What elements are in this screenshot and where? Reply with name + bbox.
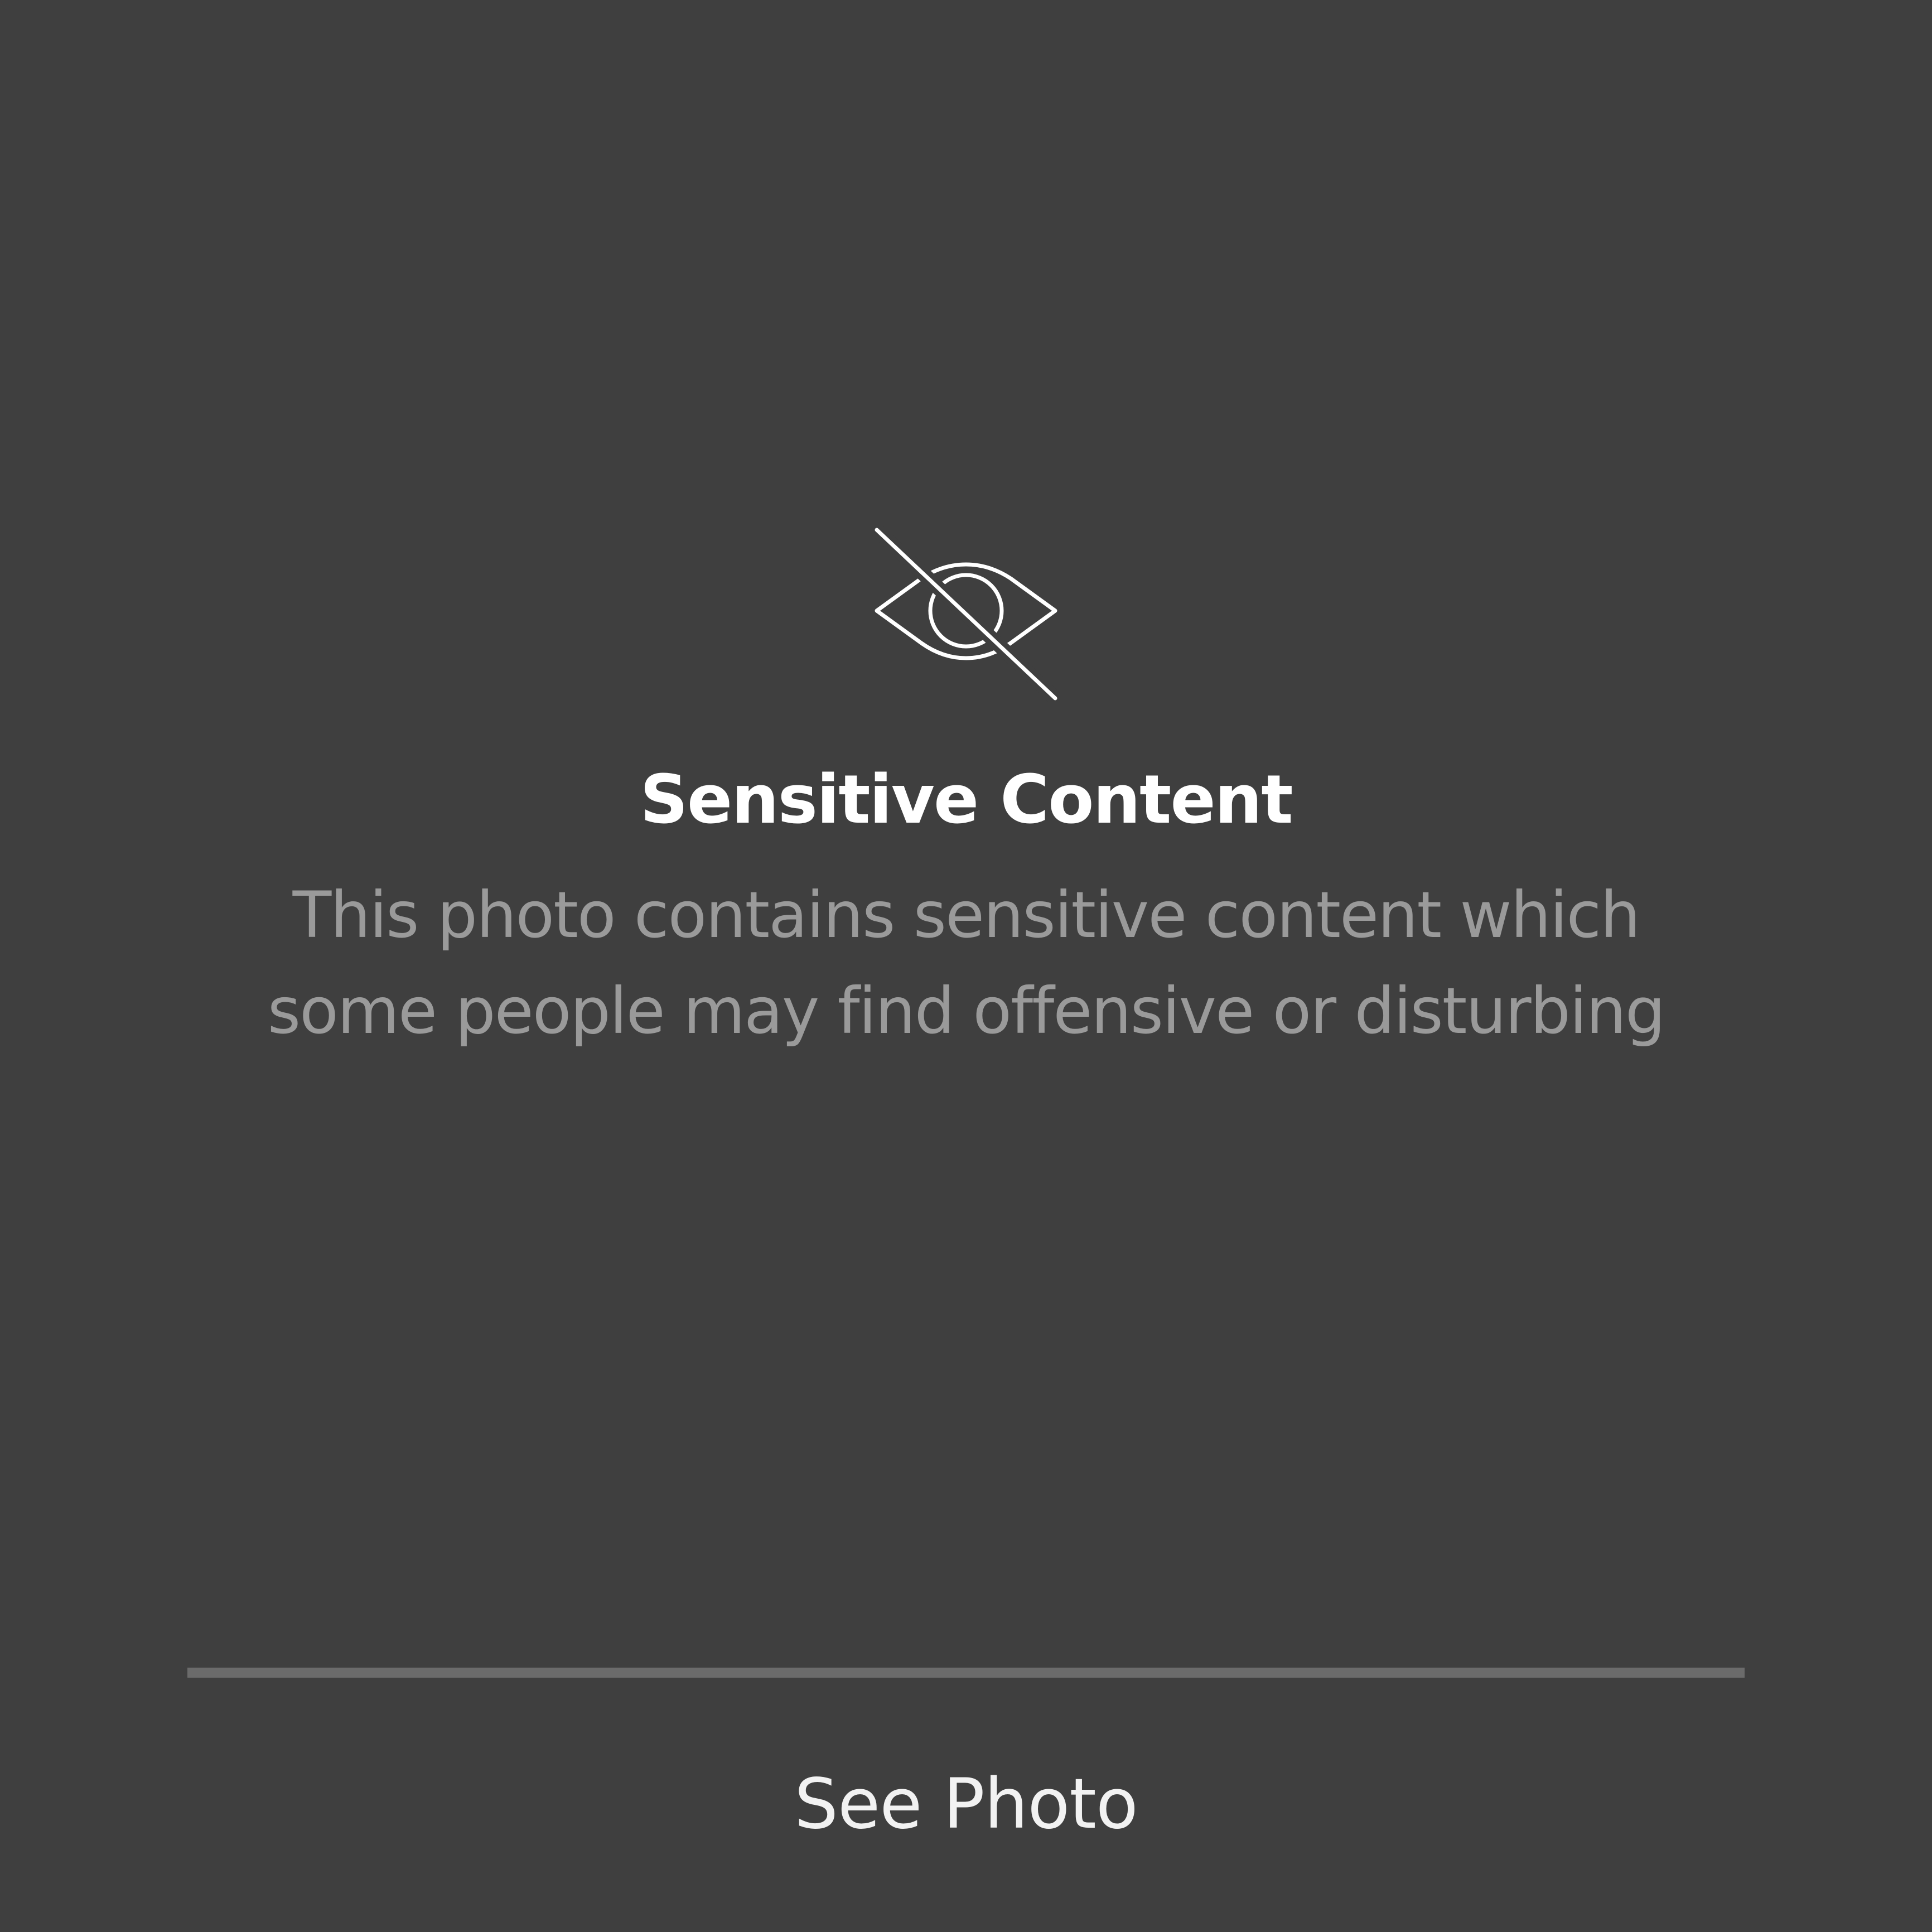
eye-slash-icon <box>872 524 1060 703</box>
page-title: Sensitive Content <box>640 761 1293 839</box>
divider <box>187 1668 1745 1678</box>
see-photo-button[interactable]: See Photo <box>187 1729 1745 1880</box>
description-line-1: This photo contains sensitive content wh… <box>292 878 1641 952</box>
description-line-2: some people may find offensive or distur… <box>267 974 1666 1048</box>
warning-description: This photo contains sensitive content wh… <box>129 867 1803 1059</box>
sensitive-content-overlay: Sensitive Content This photo contains se… <box>0 0 1932 1932</box>
